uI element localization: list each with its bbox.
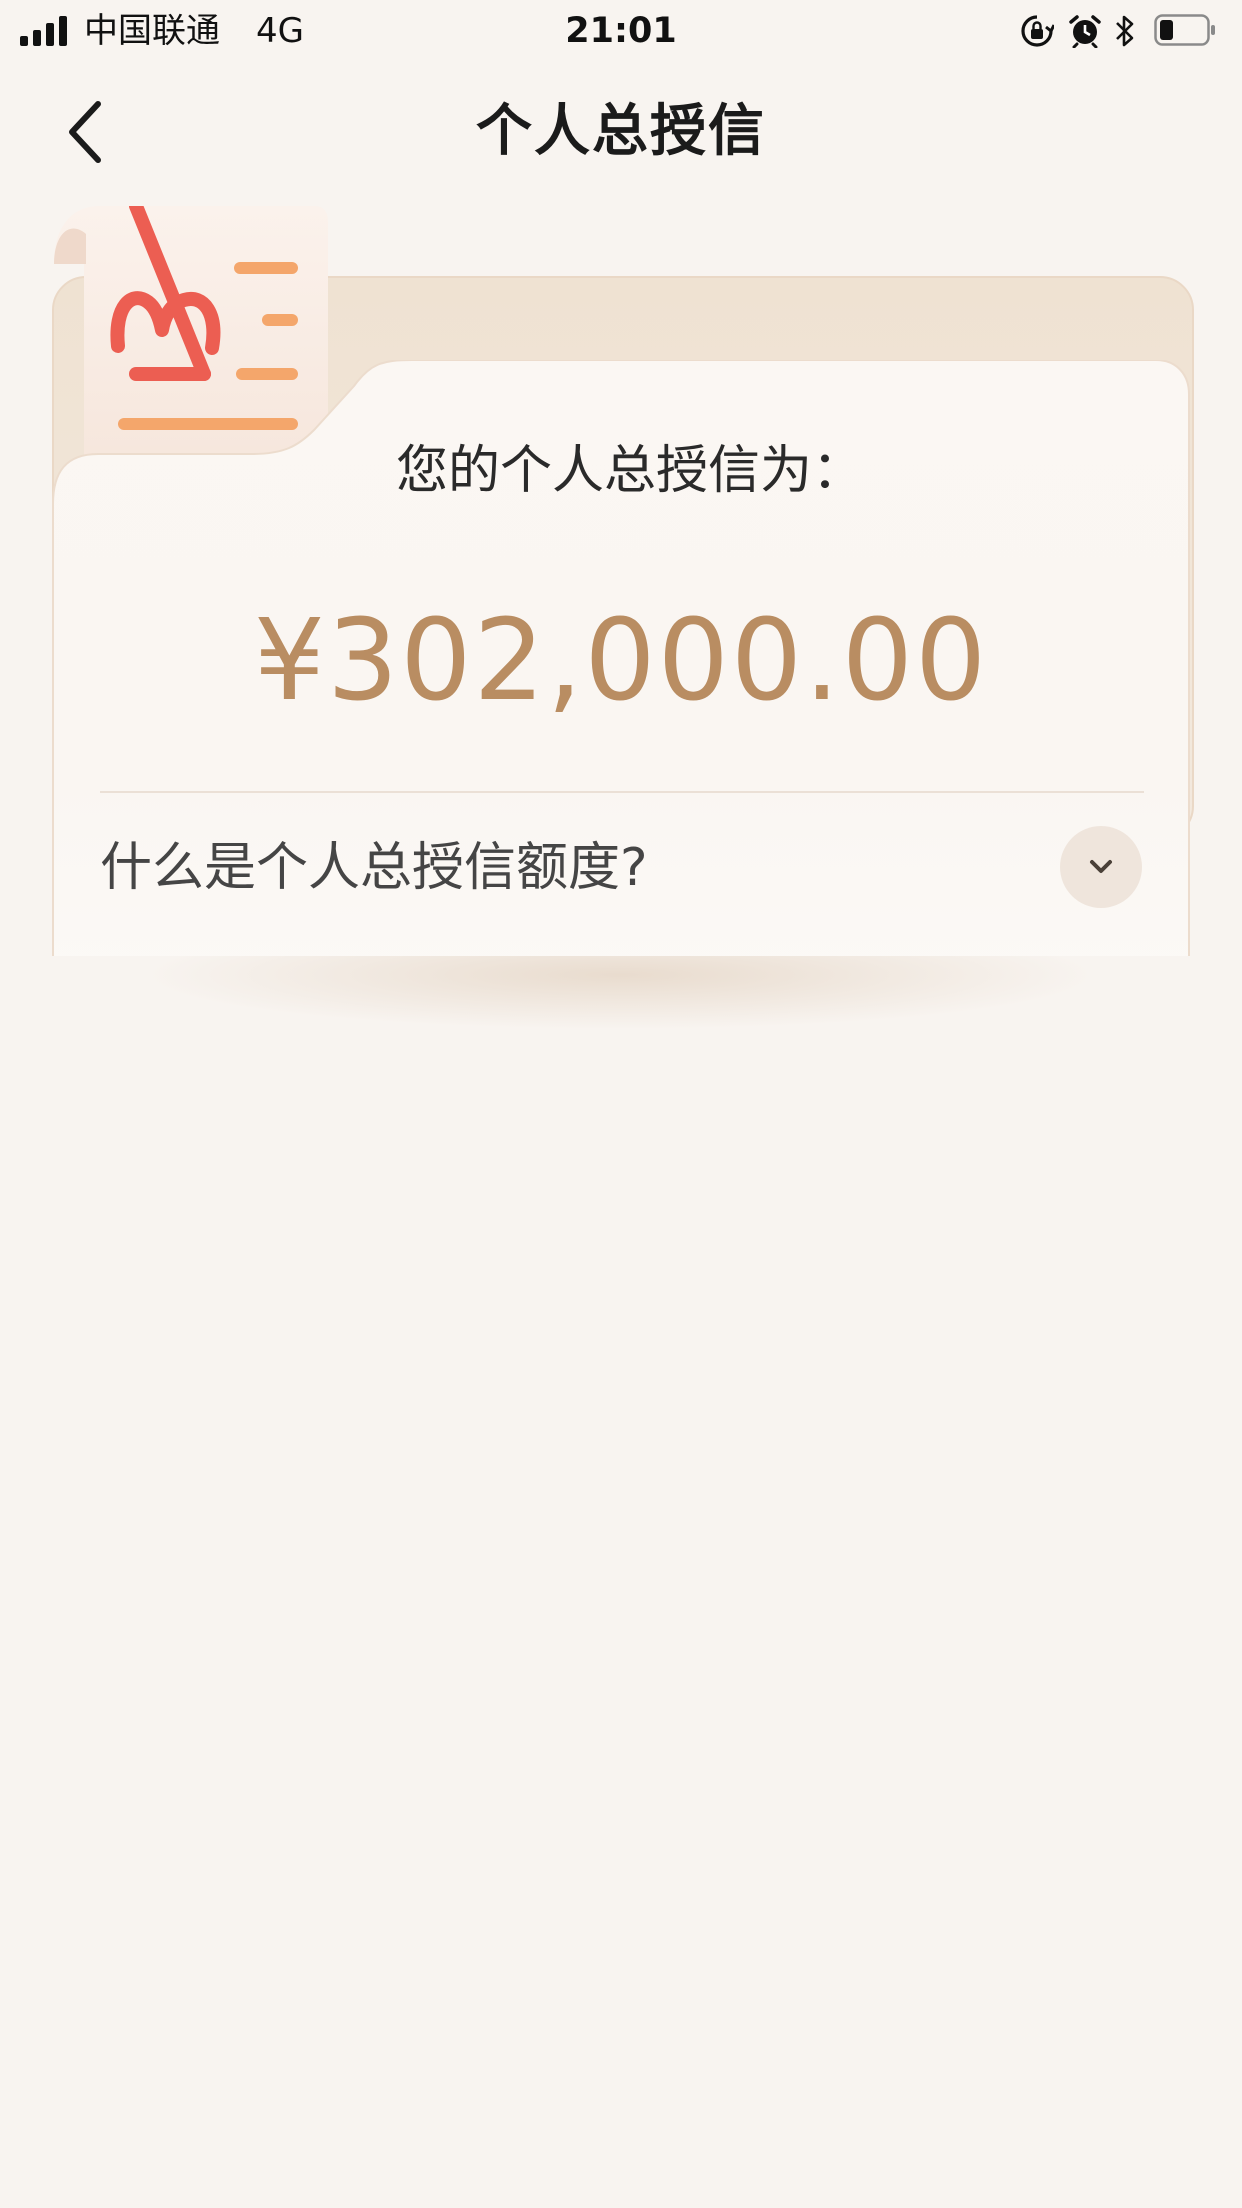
status-bar: 中国联通 4G 21:01 bbox=[0, 0, 1242, 62]
bluetooth-icon bbox=[1116, 15, 1134, 47]
credit-label: 您的个人总授信为： bbox=[395, 441, 864, 501]
credit-amount: ¥302,000.00 bbox=[253, 596, 989, 726]
faq-question: 什么是个人总授信额度? bbox=[100, 838, 648, 898]
alarm-icon bbox=[1069, 15, 1101, 48]
chevron-down-icon bbox=[1090, 860, 1112, 873]
status-time: 21:01 bbox=[565, 11, 677, 51]
page-title: 个人总授信 bbox=[476, 99, 766, 164]
screen: 中国联通 4G 21:01 个人总授信 您的个人总授信为： ¥302,000.0… bbox=[0, 0, 1242, 2208]
expand-button[interactable] bbox=[1060, 826, 1142, 908]
battery-icon bbox=[1154, 14, 1215, 46]
divider bbox=[100, 791, 1144, 793]
faq-row[interactable]: 什么是个人总授信额度? bbox=[52, 796, 1190, 952]
orientation-lock-icon bbox=[1021, 15, 1054, 47]
